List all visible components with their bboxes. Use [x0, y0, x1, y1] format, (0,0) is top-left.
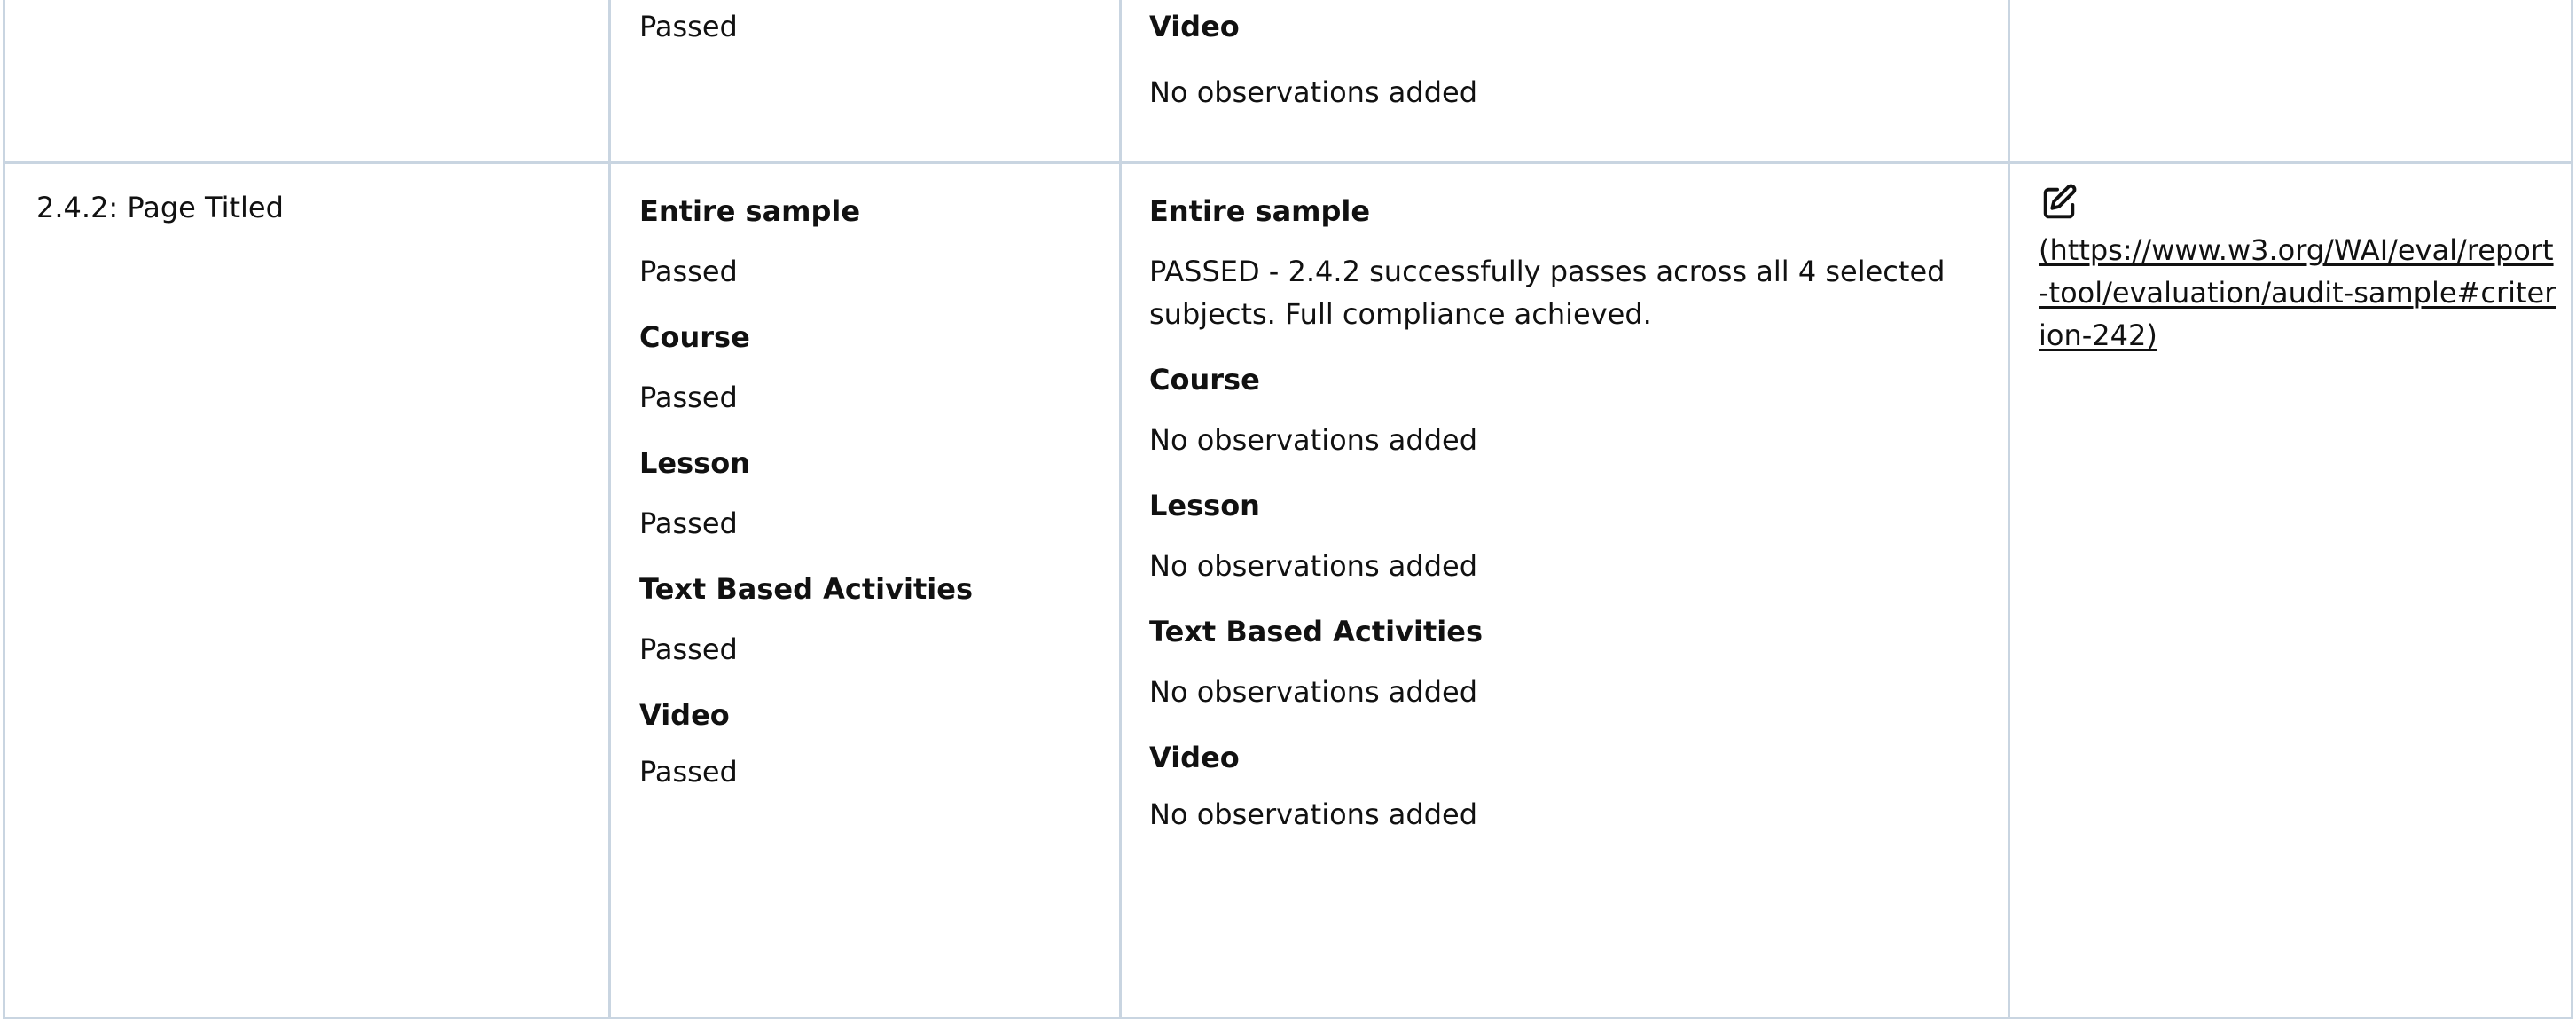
result-value-video: Passed	[639, 755, 738, 789]
criterion-cell: 2.4.2: Page Titled	[36, 188, 586, 228]
observations-cell: Entire sample PASSED - 2.4.2 successfull…	[1149, 193, 1983, 836]
result-value-lesson: Passed	[639, 507, 738, 540]
result-value-entire-sample: Passed	[639, 255, 738, 288]
observation-label-course: Course	[1149, 363, 1260, 397]
result-label-lesson: Lesson	[639, 446, 750, 480]
observation-label-text-based-activities: Text Based Activities	[1149, 615, 1483, 648]
observation-text-text-based-activities: No observations added	[1149, 675, 1478, 709]
column-divider	[1119, 0, 1122, 1017]
result-label-course: Course	[639, 320, 750, 354]
top-row-result-cell: Passed	[639, 5, 1100, 48]
criterion-name: 2.4.2: Page Titled	[36, 191, 284, 224]
result-label-entire-sample: Entire sample	[639, 194, 861, 228]
results-table: Passed Video No observations added 2.4.2…	[3, 0, 2573, 1019]
actions-cell: (https://www.w3.org/WAI/eval/report-tool…	[2039, 183, 2562, 357]
report-tool-link[interactable]: (https://www.w3.org/WAI/eval/report-tool…	[2039, 229, 2562, 357]
observation-text-video: No observations added	[1149, 797, 1478, 831]
result-value-course: Passed	[639, 381, 738, 414]
observation-label-video: Video	[1149, 741, 1240, 774]
observation-text-course: No observations added	[1149, 423, 1478, 457]
top-row-observation-cell: Video No observations added	[1149, 9, 1983, 114]
observation-text-lesson: No observations added	[1149, 549, 1478, 583]
observation-text-entire-sample: PASSED - 2.4.2 successfully passes acros…	[1149, 255, 1946, 331]
column-divider	[2008, 0, 2010, 1017]
result-value-text-based-activities: Passed	[639, 632, 738, 666]
edit-icon[interactable]	[2039, 183, 2562, 224]
top-row-result-status: Passed	[639, 10, 738, 43]
observation-label-entire-sample: Entire sample	[1149, 194, 1371, 228]
result-label-video: Video	[639, 698, 730, 732]
observation-label-lesson: Lesson	[1149, 489, 1260, 522]
column-divider	[608, 0, 611, 1017]
results-cell: Entire sample Passed Course Passed Lesso…	[639, 193, 1100, 793]
top-row-observation-label: Video	[1149, 10, 1240, 43]
row-divider	[5, 161, 2571, 164]
top-row-observation-text: No observations added	[1149, 75, 1478, 109]
result-label-text-based-activities: Text Based Activities	[639, 572, 973, 606]
